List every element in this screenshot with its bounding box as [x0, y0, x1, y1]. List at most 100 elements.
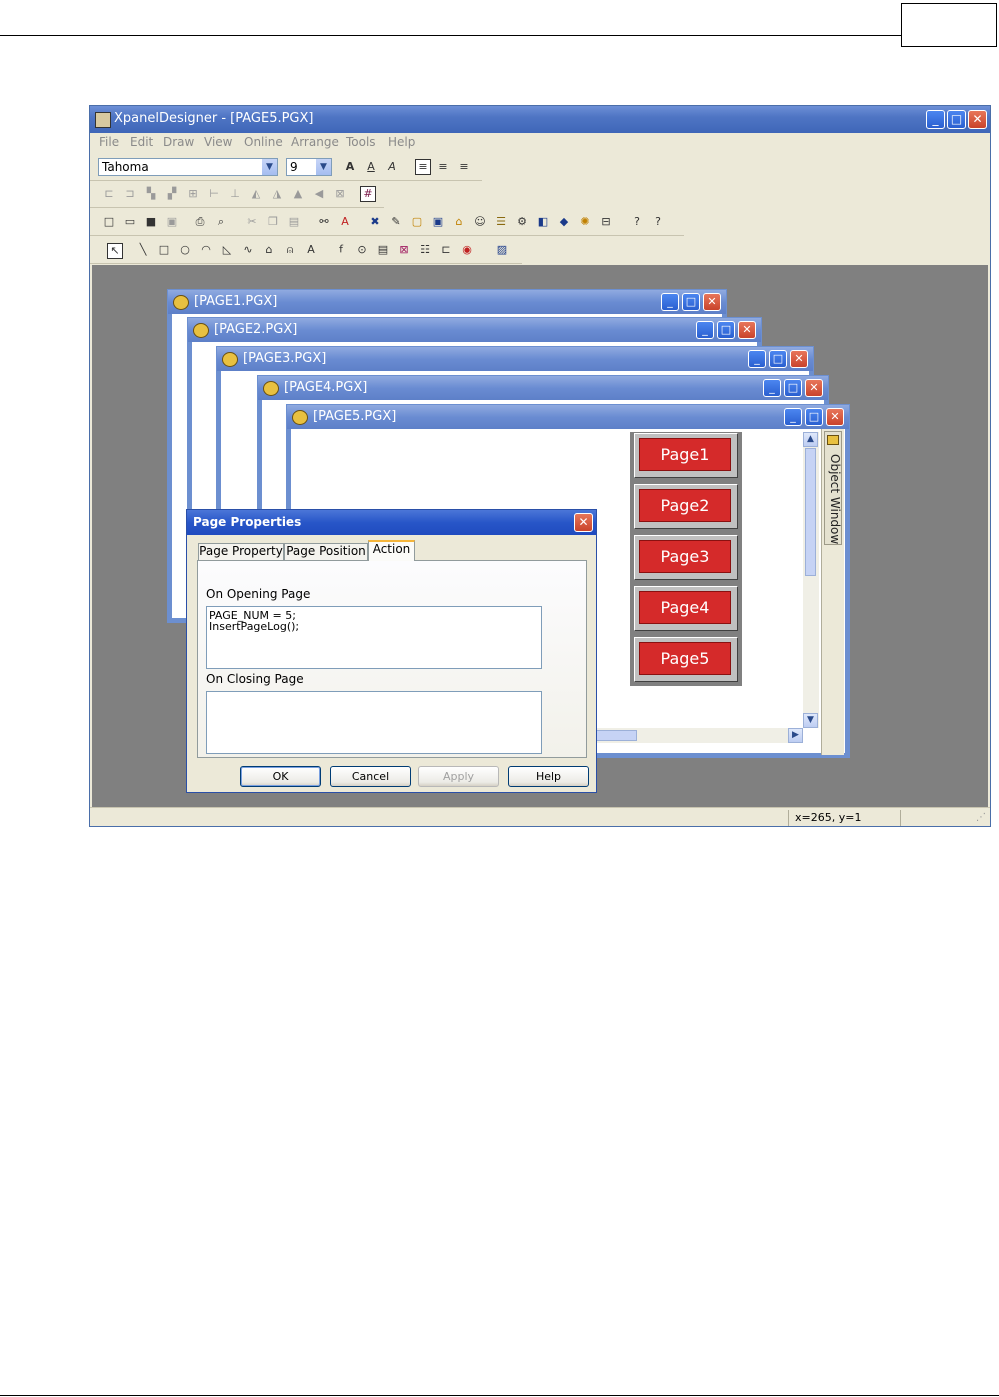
app-title-bar[interactable]: XpanelDesigner - [PAGE5.PGX] _ □ ✕ — [90, 106, 990, 133]
font-color-icon[interactable]: A — [364, 160, 378, 174]
tab-page-property[interactable]: Page Property — [198, 543, 284, 560]
close-icon[interactable]: ✕ — [574, 513, 593, 532]
object-window-tab[interactable]: Object Window — [824, 431, 842, 545]
close-icon[interactable]: ✕ — [790, 350, 808, 368]
align-center-icon[interactable]: ≡ — [436, 160, 450, 174]
tab-page-position[interactable]: Page Position — [284, 543, 368, 560]
menu-view[interactable]: View — [204, 135, 232, 149]
chevron-down-icon[interactable]: ▼ — [262, 159, 277, 175]
page2-button[interactable]: Page2 — [634, 484, 738, 529]
ellipse-tool-icon[interactable]: ○ — [178, 243, 192, 257]
resize-grip-icon[interactable]: ⋰ — [976, 812, 986, 823]
text-tool-icon[interactable]: A — [304, 243, 318, 257]
on-opening-textarea[interactable]: PAGE_NUM = 5; InsertPageLog(); — [206, 606, 542, 669]
minimize-icon[interactable]: _ — [784, 408, 802, 426]
close-icon[interactable]: ✕ — [738, 321, 756, 339]
child-title-bar[interactable]: [PAGE1.PGX] _ □ ✕ — [168, 290, 726, 314]
menu-help[interactable]: Help — [388, 135, 415, 149]
transfer-icon[interactable]: ◆ — [557, 215, 571, 229]
minimize-icon[interactable]: _ — [696, 321, 714, 339]
font-style-icon[interactable]: A — [385, 160, 399, 174]
space-horizontal-icon[interactable]: ⊢ — [207, 187, 221, 201]
maximize-icon[interactable]: □ — [717, 321, 735, 339]
print-icon[interactable]: ⎙ — [193, 215, 207, 229]
menu-draw[interactable]: Draw — [163, 135, 194, 149]
tag-icon[interactable]: ⚙ — [515, 215, 529, 229]
slider-tool-icon[interactable]: ⊏ — [439, 243, 453, 257]
child-title-bar[interactable]: [PAGE3.PGX] _ □ ✕ — [217, 347, 813, 371]
close-icon[interactable]: ✕ — [826, 408, 844, 426]
space-vertical-icon[interactable]: ⊥ — [228, 187, 242, 201]
child-title-bar[interactable]: [PAGE4.PGX] _ □ ✕ — [258, 376, 828, 400]
vertical-scrollbar[interactable]: ▲ ▼ — [803, 432, 819, 728]
replace-icon[interactable]: A — [338, 215, 352, 229]
menu-online[interactable]: Online — [244, 135, 283, 149]
maximize-icon[interactable]: □ — [784, 379, 802, 397]
table-tool-icon[interactable]: ☷ — [418, 243, 432, 257]
menu-arrange[interactable]: Arrange — [291, 135, 339, 149]
settings-icon[interactable]: ✺ — [578, 215, 592, 229]
copy-icon[interactable]: ❐ — [266, 215, 280, 229]
shape-tool-icon[interactable]: ⌂ — [262, 243, 276, 257]
minimize-icon[interactable]: _ — [926, 110, 945, 129]
field-tool-icon[interactable]: ꬵ — [334, 243, 348, 257]
maximize-icon[interactable]: □ — [682, 293, 700, 311]
grid-icon[interactable]: # — [360, 186, 376, 202]
align-rights-icon[interactable]: ⊐ — [123, 187, 137, 201]
clock-tool-icon[interactable]: ⊙ — [355, 243, 369, 257]
send-back-icon[interactable]: ▞ — [165, 187, 179, 201]
arrow-left-icon[interactable]: ◀ — [312, 187, 326, 201]
cut-icon[interactable]: ✂ — [245, 215, 259, 229]
print-preview-icon[interactable]: ⌕ — [214, 215, 228, 229]
on-closing-textarea[interactable] — [206, 691, 542, 754]
cancel-button[interactable]: Cancel — [330, 766, 411, 787]
window-icon[interactable]: ▣ — [431, 215, 445, 229]
page-icon[interactable]: ▢ — [410, 215, 424, 229]
horizontal-scrollbar[interactable]: ▶ — [591, 728, 803, 743]
page4-button[interactable]: Page4 — [634, 586, 738, 631]
ok-button[interactable]: OK — [240, 766, 321, 787]
find-icon[interactable]: ⚯ — [317, 215, 331, 229]
bell-tool-icon[interactable]: ⍝ — [283, 243, 297, 257]
scroll-down-icon[interactable]: ▼ — [803, 713, 818, 728]
align-left-icon[interactable]: ≡ — [415, 159, 431, 175]
dialog-title-bar[interactable]: Page Properties ✕ — [187, 510, 596, 535]
object-tool-icon[interactable]: ◉ — [460, 243, 474, 257]
menu-edit[interactable]: Edit — [130, 135, 153, 149]
save-all-icon[interactable]: ▣ — [165, 215, 179, 229]
pointer-icon[interactable]: ↖ — [107, 243, 123, 259]
font-grow-icon[interactable]: A — [343, 160, 357, 174]
save-icon[interactable]: ■ — [144, 215, 158, 229]
minimize-icon[interactable]: _ — [661, 293, 679, 311]
edit-script-icon[interactable]: ✎ — [389, 215, 403, 229]
minimize-icon[interactable]: _ — [748, 350, 766, 368]
help-icon[interactable]: ? — [651, 215, 665, 229]
hscroll-thumb[interactable] — [595, 730, 637, 741]
close-icon[interactable]: ✕ — [968, 110, 987, 129]
group-icon[interactable]: ⊞ — [186, 187, 200, 201]
scroll-right-icon[interactable]: ▶ — [788, 728, 803, 743]
rectangle-tool-icon[interactable]: □ — [157, 243, 171, 257]
flip-horizontal-icon[interactable]: ◭ — [249, 187, 263, 201]
page1-button[interactable]: Page1 — [634, 433, 738, 478]
curve-tool-icon[interactable]: ∿ — [241, 243, 255, 257]
page5-button[interactable]: Page5 — [634, 637, 738, 682]
bitmap-tool-icon[interactable]: ⊠ — [397, 243, 411, 257]
arc-tool-icon[interactable]: ◠ — [199, 243, 213, 257]
maximize-icon[interactable]: □ — [769, 350, 787, 368]
user-icon[interactable]: ☺ — [473, 215, 487, 229]
close-icon[interactable]: ✕ — [703, 293, 721, 311]
list-icon[interactable]: ☰ — [494, 215, 508, 229]
flip-vertical-icon[interactable]: ◮ — [270, 187, 284, 201]
polygon-tool-icon[interactable]: ◺ — [220, 243, 234, 257]
tab-action[interactable]: Action — [368, 540, 415, 561]
align-lefts-icon[interactable]: ⊏ — [102, 187, 116, 201]
network-icon[interactable]: ⊟ — [599, 215, 613, 229]
document-tool-icon[interactable]: ▤ — [376, 243, 390, 257]
new-file-icon[interactable]: □ — [102, 215, 116, 229]
font-combo[interactable]: Tahoma ▼ — [98, 158, 278, 176]
download-icon[interactable]: ◧ — [536, 215, 550, 229]
context-help-icon[interactable]: ? — [630, 215, 644, 229]
maximize-icon[interactable]: □ — [947, 110, 966, 129]
menu-tools[interactable]: Tools — [346, 135, 376, 149]
